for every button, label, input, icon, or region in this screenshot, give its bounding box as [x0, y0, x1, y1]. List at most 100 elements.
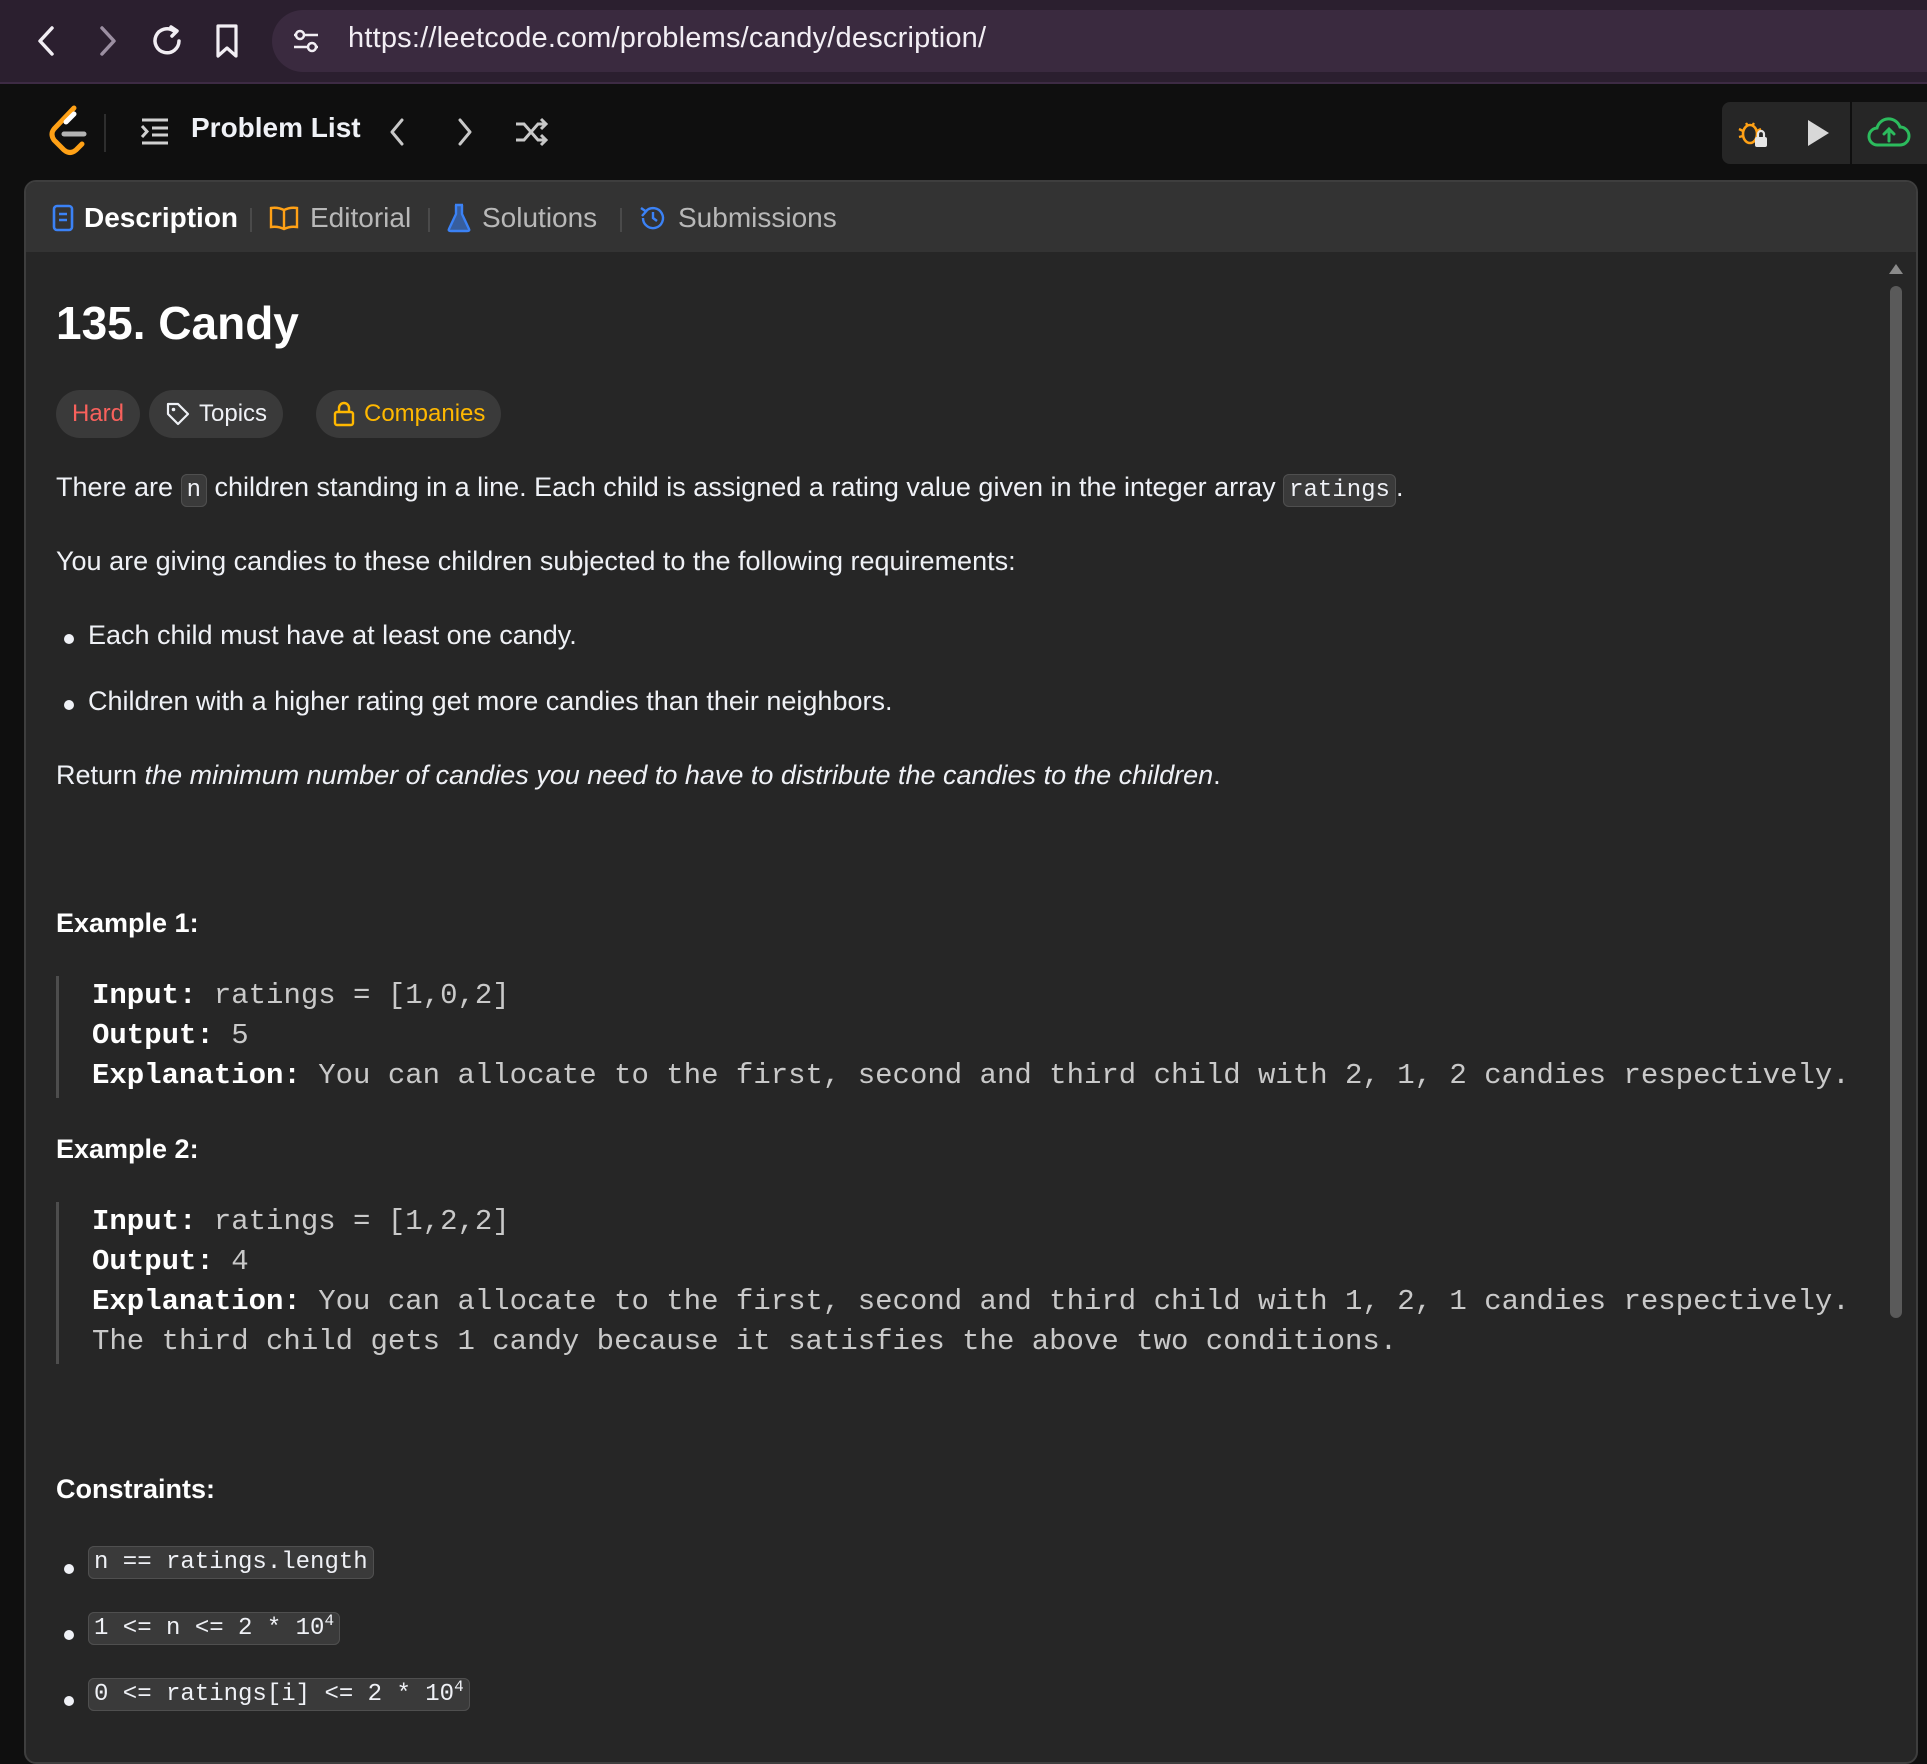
- intro-text: children standing in a line. Each child …: [206, 472, 1284, 502]
- tab-description-label: Description: [84, 202, 239, 233]
- tab-editorial[interactable]: Editorial: [268, 198, 411, 238]
- example-output: 4: [231, 1245, 249, 1278]
- leetcode-logo-icon[interactable]: [44, 104, 94, 160]
- tab-separator: [250, 208, 252, 232]
- problem-list-icon[interactable]: [138, 114, 172, 148]
- constraints-heading: Constraints:: [56, 1474, 216, 1504]
- example-heading: Example 2:: [56, 1134, 199, 1164]
- tab-solutions-label: Solutions: [482, 202, 598, 233]
- example-explanation-line-2: The third child gets 1 candy because it …: [92, 1325, 1398, 1358]
- submit-group: [1852, 102, 1927, 164]
- return-text: Return: [56, 760, 145, 790]
- history-icon: [640, 206, 665, 230]
- next-problem-icon[interactable]: [446, 112, 482, 152]
- bullet: [64, 700, 74, 710]
- intro-text: .: [1395, 472, 1404, 502]
- explanation-label: Explanation:: [92, 1059, 301, 1092]
- problem-list-link[interactable]: Problem List: [191, 112, 361, 144]
- code-n: n: [180, 474, 207, 507]
- companies-badge[interactable]: Companies: [316, 390, 502, 438]
- bullet: [64, 1696, 74, 1706]
- tab-description[interactable]: Description: [52, 198, 238, 238]
- scroll-up-icon[interactable]: [1888, 262, 1904, 276]
- example-input-line: Input: ratings = [1,0,2]: [92, 976, 1850, 1016]
- requirement-item: Children with a higher rating get more c…: [88, 686, 893, 716]
- nav-divider: [104, 114, 106, 152]
- constraint-text: n == ratings.length: [94, 1549, 368, 1576]
- flask-icon: [447, 203, 471, 233]
- leetcode-nav: Problem List: [0, 84, 1927, 180]
- requirements-intro: You are giving candies to these children…: [56, 546, 1016, 576]
- tab-editorial-label: Editorial: [310, 202, 412, 233]
- bullet: [64, 1564, 74, 1574]
- topics-badge[interactable]: Topics: [149, 390, 284, 438]
- url-text[interactable]: https://leetcode.com/problems/candy/desc…: [348, 22, 986, 55]
- constraint-item: n == ratings.length: [88, 1546, 374, 1579]
- scroll-thumb[interactable]: [1890, 286, 1902, 1318]
- example-output-line: Output: 5: [92, 1016, 1850, 1056]
- constraint-text: 0 <= ratings[i] <= 2 * 10: [94, 1681, 455, 1708]
- bullet: [64, 1630, 74, 1640]
- constraint-code: n == ratings.length: [88, 1546, 374, 1579]
- companies-label: Companies: [364, 400, 486, 427]
- constraint-code: 1 <= n <= 2 * 104: [88, 1612, 341, 1645]
- example-explanation-line: Explanation: You can allocate to the fir…: [92, 1282, 1850, 1322]
- tab-separator: [620, 208, 622, 232]
- constraint-text: 1 <= n <= 2 * 10: [94, 1615, 325, 1642]
- address-bar[interactable]: https://leetcode.com/problems/candy/desc…: [272, 10, 1927, 72]
- difficulty-badge: Hard: [56, 390, 141, 438]
- tag-icon: [166, 402, 190, 426]
- constraint-item: 1 <= n <= 2 * 104: [88, 1612, 341, 1645]
- site-settings-icon[interactable]: [290, 26, 322, 56]
- intro-paragraph: There are n children standing in a line.…: [56, 472, 1404, 507]
- return-italic: the minimum number of candies you need t…: [144, 760, 1214, 790]
- example-block: Input: ratings = [1,0,2] Output: 5 Expla…: [56, 976, 1850, 1098]
- return-paragraph: Return the minimum number of candies you…: [56, 760, 1221, 791]
- prev-problem-icon[interactable]: [380, 112, 416, 152]
- example-explanation: You can allocate to the first, second an…: [318, 1059, 1850, 1092]
- requirement-item: Each child must have at least one candy.: [88, 620, 577, 650]
- topics-label: Topics: [199, 400, 268, 427]
- random-problem-icon[interactable]: [512, 112, 552, 152]
- constraint-exponent: 4: [324, 1612, 335, 1630]
- input-label: Input:: [92, 979, 197, 1012]
- panel-tabbar: Description Editorial Solutions Submissi…: [26, 182, 1916, 252]
- example-heading: Example 1:: [56, 908, 199, 938]
- scrollbar[interactable]: [1888, 262, 1904, 1762]
- intro-text: There are: [56, 472, 181, 502]
- example-output-line: Output: 4: [92, 1242, 1850, 1282]
- browser-toolbar: https://leetcode.com/problems/candy/desc…: [0, 0, 1927, 84]
- example-output: 5: [231, 1019, 249, 1052]
- run-group: [1722, 102, 1850, 164]
- description-panel: Description Editorial Solutions Submissi…: [24, 180, 1918, 1764]
- book-icon: [269, 206, 299, 231]
- bullet: [64, 634, 74, 644]
- example-block: Input: ratings = [1,2,2] Output: 4 Expla…: [56, 1202, 1850, 1364]
- constraint-code: 0 <= ratings[i] <= 2 * 104: [88, 1678, 470, 1711]
- output-label: Output:: [92, 1019, 214, 1052]
- run-icon[interactable]: [1786, 102, 1848, 164]
- example-input: ratings = [1,2,2]: [213, 1205, 510, 1238]
- constraint-exponent: 4: [454, 1678, 464, 1696]
- tab-separator: [428, 208, 430, 232]
- debug-locked-icon[interactable]: [1722, 102, 1784, 164]
- tab-submissions[interactable]: Submissions: [638, 198, 837, 238]
- constraint-item: 0 <= ratings[i] <= 2 * 104: [88, 1678, 470, 1711]
- code-ratings: ratings: [1283, 474, 1396, 507]
- example-input: ratings = [1,0,2]: [213, 979, 510, 1012]
- bookmark-icon[interactable]: [204, 18, 250, 64]
- lock-icon: [333, 401, 355, 427]
- problem-title: 135. Candy: [56, 297, 299, 349]
- explanation-label: Explanation:: [92, 1285, 301, 1318]
- return-text: .: [1213, 760, 1221, 790]
- tab-submissions-label: Submissions: [678, 202, 837, 233]
- tab-solutions[interactable]: Solutions: [446, 198, 597, 238]
- example-explanation-line: Explanation: You can allocate to the fir…: [92, 1056, 1850, 1096]
- example-explanation: You can allocate to the first, second an…: [318, 1285, 1850, 1318]
- back-icon[interactable]: [24, 18, 70, 64]
- forward-icon[interactable]: [84, 18, 130, 64]
- submit-cloud-icon[interactable]: [1858, 102, 1920, 164]
- description-icon: [52, 204, 74, 232]
- reload-icon[interactable]: [144, 18, 190, 64]
- input-label: Input:: [92, 1205, 197, 1238]
